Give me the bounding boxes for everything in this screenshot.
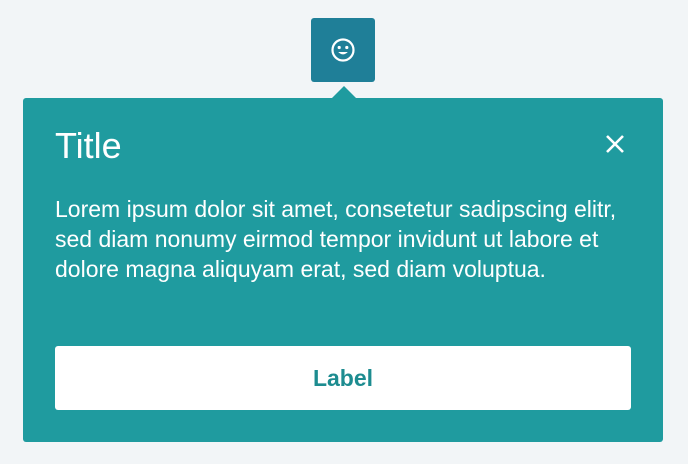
- label-button[interactable]: Label: [55, 346, 631, 410]
- label-button-text: Label: [312, 364, 374, 391]
- popover: Title Lorem ipsum dolor sit amet, conset…: [23, 98, 663, 442]
- smiley-face-icon: [330, 37, 356, 63]
- popover-title: Title: [55, 125, 122, 166]
- popover-body: Lorem ipsum dolor sit amet, consetetur s…: [55, 196, 617, 282]
- close-icon: [605, 134, 625, 159]
- popover-pointer: [332, 86, 356, 98]
- smiley-trigger-button[interactable]: [311, 18, 375, 82]
- close-button[interactable]: [601, 132, 629, 160]
